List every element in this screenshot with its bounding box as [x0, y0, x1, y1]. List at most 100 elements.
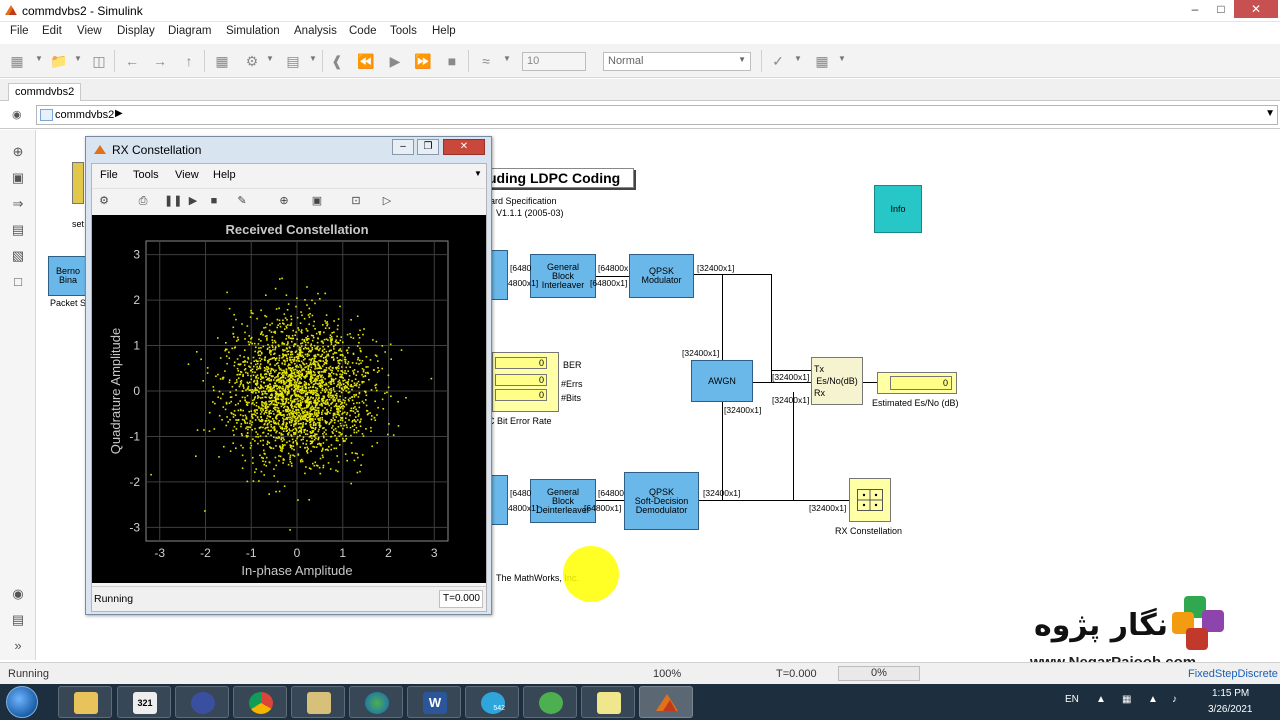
zoom-in-icon[interactable]: ⊕ [276, 193, 292, 209]
highlight-icon[interactable]: ✎ [234, 193, 250, 209]
cursor-icon[interactable]: ⊡ [348, 193, 364, 209]
info-block[interactable]: Info [874, 185, 922, 233]
menu-display[interactable]: Display [117, 25, 155, 37]
bernoulli-binary-block[interactable]: Berno Bina [48, 256, 88, 296]
setup-block[interactable] [72, 162, 84, 204]
language-indicator[interactable]: EN [1065, 694, 1079, 705]
back-icon[interactable]: ← [123, 52, 141, 70]
menu-tools[interactable]: Tools [390, 25, 417, 37]
data-inspector-icon[interactable]: ≈ [477, 52, 495, 70]
scope-minimize-button[interactable]: – [392, 139, 414, 155]
stop-time-field[interactable]: 10 [522, 52, 586, 71]
awgn-channel-block[interactable]: AWGN [691, 360, 753, 402]
area-icon[interactable]: □ [10, 274, 26, 290]
scope-menu-view[interactable]: View [175, 169, 199, 181]
taskbar-media[interactable] [291, 686, 345, 718]
simulation-mode-select[interactable]: Normal ▼ [603, 52, 751, 71]
taskbar-matlab[interactable] [639, 686, 693, 718]
taskbar-vpn[interactable] [523, 686, 577, 718]
path-expand-icon[interactable]: ▶ [115, 108, 123, 119]
model-path-box[interactable]: commdvbs2 ▶ ▼ [36, 105, 1278, 125]
step-forward-icon[interactable]: ⏩ [414, 52, 432, 70]
stop-icon[interactable]: ■ [443, 52, 461, 70]
scope-menu-tools[interactable]: Tools [133, 169, 159, 181]
ldpc-encoder-block[interactable] [490, 250, 508, 300]
scope-restore-button[interactable]: ❐ [417, 139, 439, 155]
scatter-point [244, 331, 246, 334]
taskbar-explorer[interactable] [58, 686, 112, 718]
menu-diagram[interactable]: Diagram [168, 25, 211, 37]
volume-icon[interactable]: ♪ [1172, 694, 1177, 705]
esno-display[interactable]: 0 [877, 372, 957, 394]
scope-menu-file[interactable]: File [100, 169, 118, 181]
menu-simulation[interactable]: Simulation [226, 25, 280, 37]
taskbar-idm[interactable] [349, 686, 403, 718]
image-icon[interactable]: ▧ [10, 248, 26, 264]
minimize-button[interactable]: – [1182, 0, 1208, 18]
model-explorer-icon[interactable]: ▤ [284, 52, 302, 70]
start-button[interactable] [6, 686, 38, 718]
qpsk-modulator-block[interactable]: QPSK Modulator [629, 254, 694, 298]
scope-plot-area[interactable]: -3 -2 -1 0 1 2 3 3 2 1 0 -1 -2 -3 Received Constellati… [92, 215, 486, 583]
dock-icon[interactable]: ▼ [474, 169, 482, 178]
taskbar-word[interactable]: W [407, 686, 461, 718]
pause-icon[interactable]: ❚❚ [164, 193, 182, 209]
camera-icon[interactable]: ◉ [10, 586, 26, 602]
arrow-right-icon[interactable]: ⇒ [10, 196, 26, 212]
clock-date[interactable]: 3/26/2021 [1208, 704, 1253, 715]
up-icon[interactable]: ↑ [180, 52, 198, 70]
scatter-point [257, 343, 260, 345]
network-icon[interactable]: ▦ [1122, 694, 1131, 705]
measurements-icon[interactable]: ▷ [379, 193, 395, 209]
library-browser-icon[interactable]: ▦ [213, 52, 231, 70]
qpsk-demodulator-block[interactable]: QPSK Soft-Decision Demodulator [624, 472, 699, 530]
taskbar-telegram[interactable]: 542 [465, 686, 519, 718]
run-icon[interactable]: ▶ [386, 52, 404, 70]
taskbar-app[interactable] [175, 686, 229, 718]
tab-commdvbs2[interactable]: commdvbs2 [8, 83, 82, 101]
close-button[interactable]: ✕ [1234, 0, 1278, 18]
forward-icon[interactable]: → [151, 52, 169, 70]
menu-analysis[interactable]: Analysis [294, 25, 337, 37]
annotation-icon[interactable]: ▤ [10, 222, 26, 238]
step-back-icon[interactable]: ❰ [328, 52, 346, 70]
menu-view[interactable]: View [77, 25, 102, 37]
model-advisor-icon[interactable]: ✓ [769, 52, 787, 70]
scatter-point [255, 405, 258, 407]
tray-expand-icon[interactable]: ▲ [1096, 694, 1106, 705]
zoom-in-icon[interactable]: ⊕ [10, 144, 26, 160]
deinterleaver-block[interactable]: General Block Deinterleaver [530, 479, 596, 523]
settings-gear-icon[interactable]: ⚙ [243, 52, 261, 70]
menu-code[interactable]: Code [349, 25, 377, 37]
property-icon[interactable]: ▤ [10, 612, 26, 628]
chevron-down-icon[interactable]: ▼ [1265, 108, 1275, 119]
fit-to-view-icon[interactable]: ▣ [10, 170, 26, 186]
menu-file[interactable]: File [10, 25, 29, 37]
autoscale-icon[interactable]: ▣ [309, 193, 325, 209]
scope-menu-help[interactable]: Help [213, 169, 236, 181]
menu-help[interactable]: Help [432, 25, 456, 37]
open-icon[interactable]: 📁 [50, 52, 68, 70]
interleaver-block[interactable]: General Block Interleaver [530, 254, 596, 298]
signal-icon[interactable]: ▲ [1148, 694, 1158, 705]
step-icon[interactable]: ▶ [185, 193, 201, 209]
step-back-single-icon[interactable]: ⏪ [357, 52, 375, 70]
stop-icon[interactable]: ■ [206, 193, 222, 209]
new-model-icon[interactable]: ▦ [8, 52, 26, 70]
taskbar-chrome[interactable] [233, 686, 287, 718]
hide-explorer-icon[interactable]: ◉ [12, 108, 26, 122]
taskbar-clock-app[interactable]: 321 [117, 686, 171, 718]
solver-name[interactable]: FixedStepDiscrete [1188, 668, 1278, 680]
menu-edit[interactable]: Edit [42, 25, 62, 37]
clock-time[interactable]: 1:15 PM [1212, 688, 1249, 699]
rx-constellation-block[interactable] [849, 478, 891, 522]
expand-palette-icon[interactable]: » [10, 638, 26, 654]
maximize-button[interactable]: □ [1208, 0, 1234, 18]
save-icon[interactable]: ◫ [90, 52, 108, 70]
build-icon[interactable]: ▦ [813, 52, 831, 70]
scope-close-button[interactable]: ✕ [443, 139, 485, 155]
taskbar-notes[interactable] [581, 686, 635, 718]
print-icon[interactable]: ⎙ [135, 193, 151, 209]
settings-gear-icon[interactable]: ⚙ [96, 193, 112, 209]
ldpc-decoder-block[interactable] [490, 475, 508, 525]
